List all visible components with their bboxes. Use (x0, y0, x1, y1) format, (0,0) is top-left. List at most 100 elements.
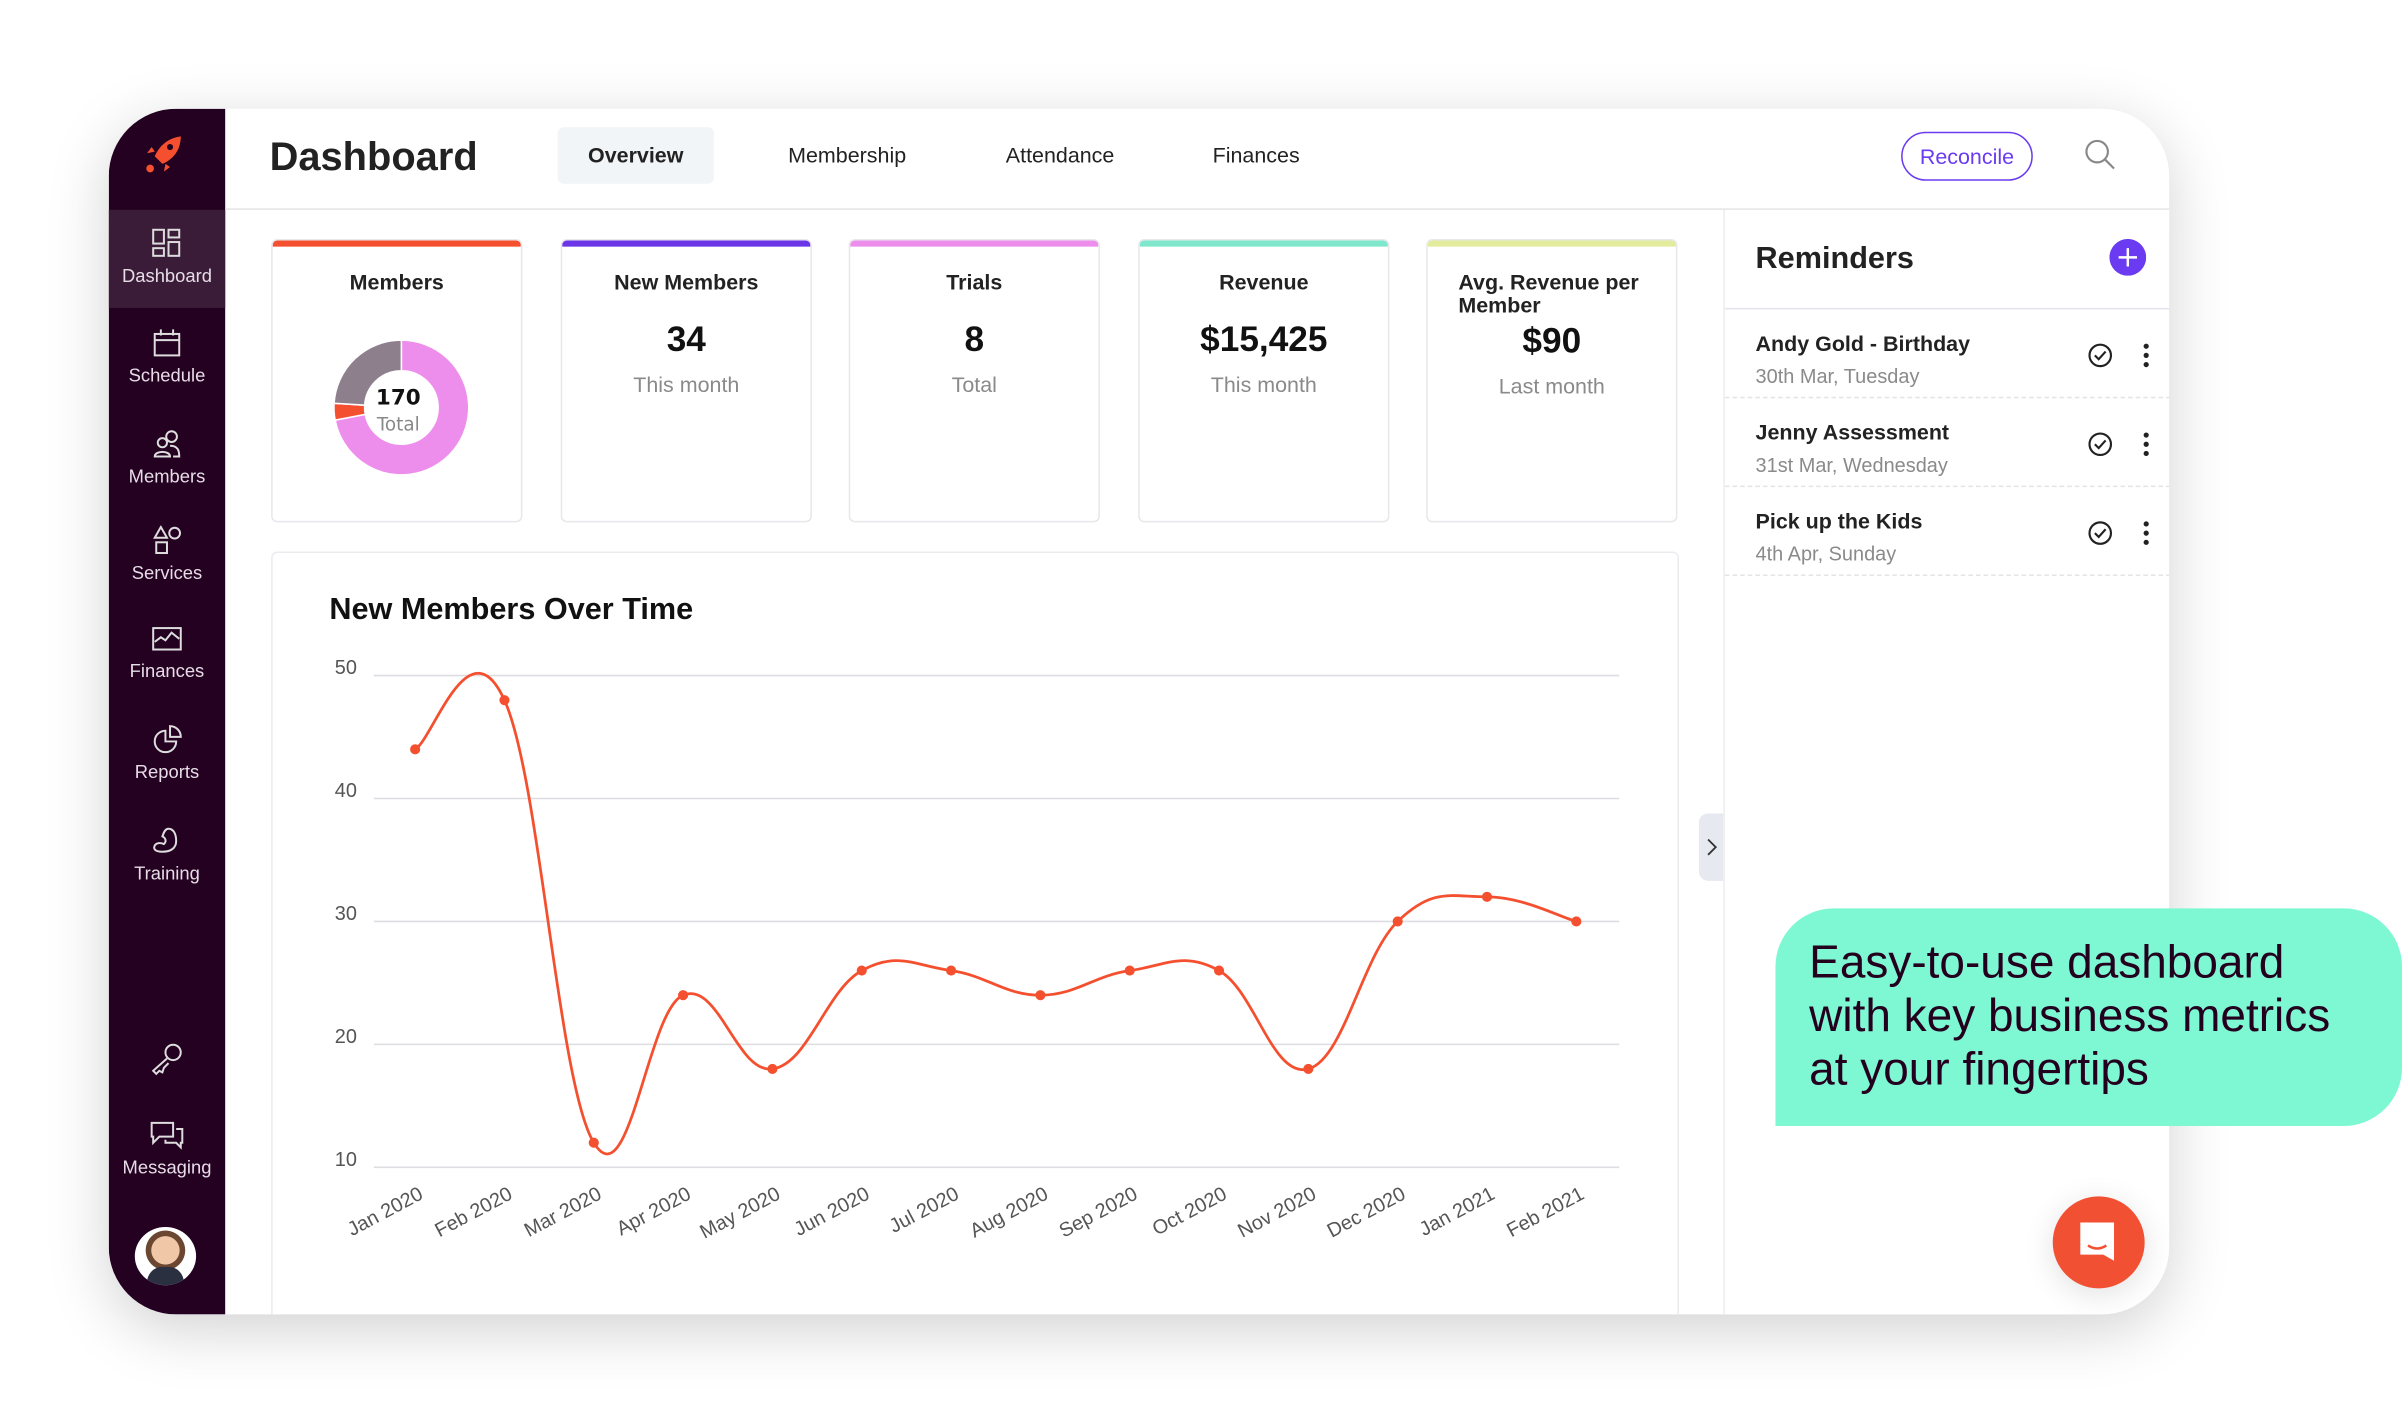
card-accent-bar (272, 240, 521, 247)
x-tick-label: Feb 2021 (1503, 1183, 1588, 1242)
reminder-title: Pick up the Kids (1755, 508, 1923, 534)
data-point (1035, 990, 1046, 1001)
app-window: Dashboard Schedule Members Services Fina… (108, 108, 2170, 1315)
data-point (1124, 965, 1135, 976)
x-tick-label: Dec 2020 (1324, 1183, 1410, 1242)
chart-frame-icon (152, 627, 182, 651)
reminder-item[interactable]: Pick up the Kids 4th Apr, Sunday (1724, 487, 2170, 576)
data-point (1303, 1063, 1314, 1075)
data-point (767, 1063, 778, 1075)
x-tick-label: Jan 2021 (1416, 1183, 1499, 1241)
key-icon (151, 1043, 182, 1076)
sidebar-item-settings-key[interactable] (109, 1042, 225, 1082)
y-tick-label: 30 (335, 903, 357, 925)
reminder-date: 31st Mar, Wednesday (1755, 453, 1948, 477)
tab-finances[interactable]: Finances (1180, 127, 1333, 184)
avatar[interactable] (134, 1227, 197, 1286)
x-tick-label: Nov 2020 (1234, 1183, 1320, 1242)
sidebar-item-label: Services (131, 562, 203, 584)
card-accent-bar (1427, 240, 1676, 247)
card-subtitle: Total (951, 372, 997, 397)
sidebar-item-label: Members (128, 465, 206, 488)
reconcile-button[interactable]: Reconcile (1901, 131, 2033, 181)
data-point (588, 1137, 599, 1148)
add-reminder-button[interactable] (2109, 238, 2147, 276)
sidebar-item-schedule[interactable]: Schedule (109, 328, 225, 386)
x-tick-label: Sep 2020 (1056, 1183, 1142, 1242)
reminder-item[interactable]: Jenny Assessment 31st Mar, Wednesday (1724, 398, 2170, 488)
revenue-card: Revenue $15,425 This month (1138, 238, 1390, 523)
reminder-item[interactable]: Andy Gold - Birthday 30th Mar, Tuesday (1724, 309, 2170, 399)
y-tick-label: 10 (335, 1149, 357, 1171)
card-subtitle: This month (1210, 372, 1317, 397)
pie-icon (153, 725, 182, 754)
chat-icon (150, 1121, 184, 1150)
sidebar-item-dashboard[interactable]: Dashboard (108, 209, 226, 308)
tab-overview[interactable]: Overview (557, 127, 714, 184)
card-accent-bar (562, 240, 811, 247)
data-point (1213, 965, 1225, 976)
check-circle-icon[interactable] (2088, 432, 2113, 457)
check-circle-icon[interactable] (2088, 343, 2113, 368)
callout-line: with key business metrics (1809, 991, 2331, 1042)
more-options-icon[interactable] (2142, 343, 2151, 368)
data-point (678, 990, 689, 1001)
page-title: Dashboard (269, 133, 478, 180)
card-subtitle: Last month (1498, 373, 1605, 399)
y-tick-label: 40 (335, 780, 357, 802)
more-options-icon[interactable] (2142, 521, 2151, 546)
reminder-date: 4th Apr, Sunday (1755, 542, 1897, 566)
card-title: Avg. Revenue per Member (1458, 269, 1639, 318)
sidebar-item-finances[interactable]: Finances (109, 623, 225, 682)
more-options-icon[interactable] (2142, 432, 2151, 457)
shapes-icon (153, 525, 181, 555)
rocket-icon[interactable] (142, 133, 185, 176)
members-card: Members 170 Total (271, 238, 523, 523)
check-circle-icon[interactable] (2088, 521, 2113, 546)
x-tick-label: Aug 2020 (966, 1183, 1052, 1242)
grid-icon (152, 228, 181, 257)
sidebar-item-members[interactable]: Members (109, 429, 225, 487)
tab-membership[interactable]: Membership (771, 127, 924, 184)
sidebar-item-messaging[interactable]: Messaging (109, 1120, 225, 1178)
x-tick-label: Oct 2020 (1149, 1183, 1231, 1240)
calendar-icon (153, 329, 181, 357)
reminder-title: Jenny Assessment (1755, 419, 1950, 445)
line-chart: 10 20 30 40 50 Jan 2020 Feb 2020 Mar 2020 Apr 20… (335, 657, 1620, 1243)
header: Dashboard Overview Membership Attendance… (225, 109, 2170, 210)
data-point (410, 744, 421, 755)
sidebar-item-label: Messaging (122, 1156, 212, 1179)
series-line (414, 671, 1577, 1156)
sidebar-item-label: Finances (129, 660, 205, 682)
card-value: 8 (964, 318, 985, 359)
chat-support-button[interactable] (2052, 1196, 2145, 1289)
sidebar-item-services[interactable]: Services (109, 525, 225, 584)
x-tick-label: Mar 2020 (521, 1183, 606, 1242)
reminder-title: Andy Gold - Birthday (1755, 330, 1971, 356)
tab-attendance[interactable]: Attendance (983, 127, 1136, 184)
x-tick-label: Jan 2020 (344, 1183, 427, 1241)
x-tick-label: May 2020 (696, 1183, 784, 1243)
card-title: Members (349, 269, 444, 295)
donut-total-value: 170 (375, 386, 421, 411)
reminders-panel: Reminders Andy Gold - Birthday 30th Mar,… (1723, 209, 2170, 1315)
data-point (1392, 916, 1403, 927)
reminder-date: 30th Mar, Tuesday (1755, 364, 1920, 388)
sidebar-item-training[interactable]: Training (109, 826, 225, 884)
x-tick-label: Jul 2020 (886, 1183, 963, 1238)
card-accent-bar (850, 240, 1099, 247)
sidebar: Dashboard Schedule Members Services Fina… (108, 108, 226, 1315)
feature-callout: Easy-to-use dashboard with key business … (1775, 908, 2402, 1126)
card-accent-bar (1139, 240, 1388, 247)
card-subtitle: This month (633, 372, 740, 397)
data-point (1481, 891, 1493, 902)
collapse-panel-button[interactable] (1698, 813, 1724, 881)
data-point (946, 965, 957, 976)
card-value: 34 (666, 318, 706, 359)
search-icon[interactable] (2083, 138, 2117, 172)
donut-total-label: Total (376, 413, 420, 436)
sidebar-item-reports[interactable]: Reports (109, 725, 225, 783)
card-value: $90 (1522, 320, 1582, 360)
chart-panel: New Members Over Time 10 20 30 40 50 Jan 2020… (271, 551, 1679, 1315)
reminders-title: Reminders (1755, 242, 1914, 276)
